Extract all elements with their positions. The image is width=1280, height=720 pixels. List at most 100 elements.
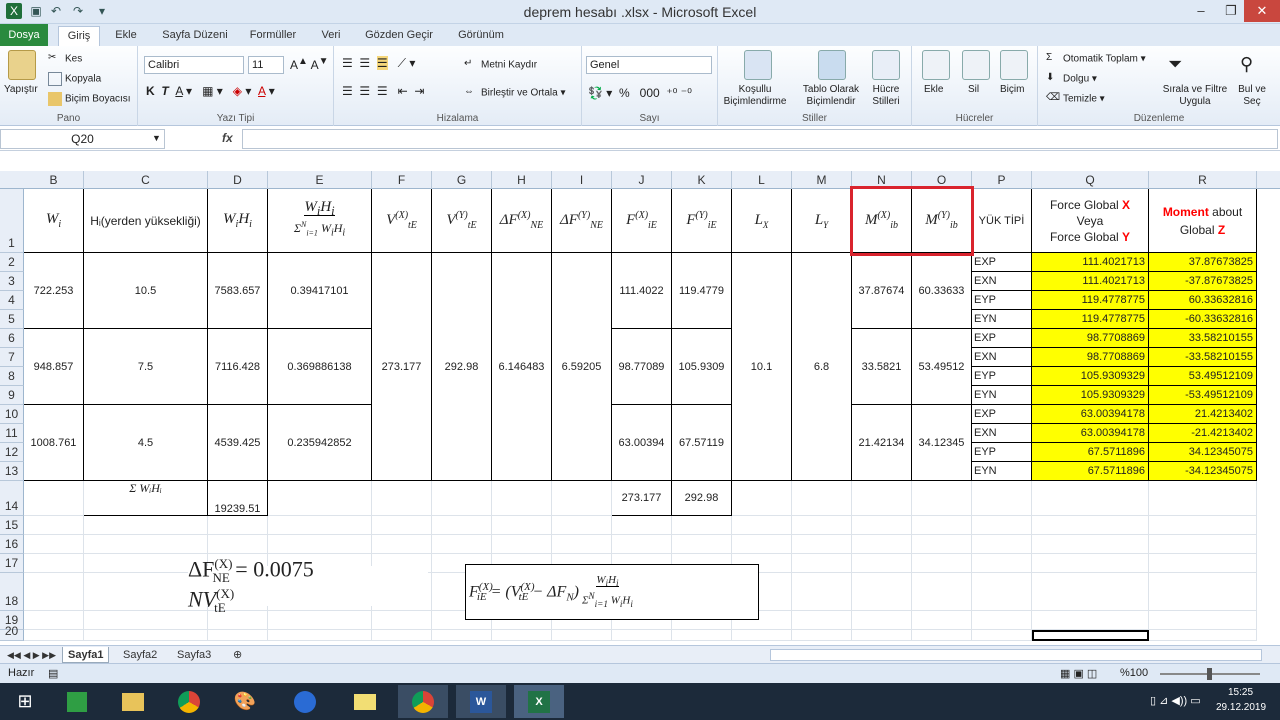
clear-button[interactable]: ⌫ Temizle ▾ <box>1046 92 1105 106</box>
empty-cell[interactable] <box>792 516 852 535</box>
row-header-7[interactable]: 7 <box>0 348 24 367</box>
sheet-tab-sayfa3[interactable]: Sayfa3 <box>172 647 216 663</box>
paste-icon[interactable] <box>8 50 36 80</box>
conditional-format-button[interactable]: Koşullu Biçimlendirme <box>722 84 788 108</box>
row-header-9[interactable]: 9 <box>0 386 24 405</box>
col-header-F[interactable]: F <box>372 171 432 189</box>
cell-moment[interactable]: 33.58210155 <box>1149 329 1257 348</box>
empty-cell[interactable] <box>972 611 1032 630</box>
empty-cell[interactable] <box>552 630 612 641</box>
empty-cell[interactable] <box>372 481 432 516</box>
formula-input[interactable] <box>242 129 1278 149</box>
cell-moment[interactable]: 60.33632816 <box>1149 291 1257 310</box>
col-header-D[interactable]: D <box>208 171 268 189</box>
tab-review[interactable]: Gözden Geçir <box>360 26 438 46</box>
col-header-P[interactable]: P <box>972 171 1032 189</box>
col-header-E[interactable]: E <box>268 171 372 189</box>
header-Fx[interactable]: F(X)iE <box>612 189 672 253</box>
minimize-icon[interactable]: – <box>1186 0 1216 22</box>
cell-force[interactable]: 119.4778775 <box>1032 310 1149 329</box>
cell-load-type[interactable]: EYN <box>972 310 1032 329</box>
header-ratio[interactable]: WiHi ΣNi=1 WiHi <box>268 189 372 253</box>
cell-Fx[interactable]: 63.00394 <box>612 405 672 481</box>
find-select-button[interactable]: Bul ve Seç <box>1234 84 1270 108</box>
col-header-O[interactable]: O <box>912 171 972 189</box>
cell-Fy[interactable]: 119.4779 <box>672 253 732 329</box>
col-header-N[interactable]: N <box>852 171 912 189</box>
empty-cell[interactable] <box>372 535 432 554</box>
macro-record-icon[interactable]: ▤ <box>48 667 58 680</box>
cell-Vx[interactable]: 273.177 <box>372 253 432 481</box>
col-header-C[interactable]: C <box>84 171 208 189</box>
sum-label[interactable]: Σ WᵢHᵢ <box>84 481 208 516</box>
fx-icon[interactable]: fx <box>222 131 233 145</box>
empty-cell[interactable] <box>1149 516 1257 535</box>
empty-cell[interactable] <box>268 630 372 641</box>
cell-force[interactable]: 105.9309329 <box>1032 386 1149 405</box>
insert-cells-button[interactable]: Ekle <box>924 84 943 95</box>
close-icon[interactable]: ✕ <box>1244 0 1280 22</box>
font-size-select[interactable]: 11 <box>248 56 284 74</box>
row-header-16[interactable]: 16 <box>0 535 24 554</box>
new-sheet-icon[interactable]: ⊕ <box>228 647 247 663</box>
cell-force[interactable]: 63.00394178 <box>1032 424 1149 443</box>
cell-force[interactable]: 63.00394178 <box>1032 405 1149 424</box>
cell-moment[interactable]: -37.87673825 <box>1149 272 1257 291</box>
empty-cell[interactable] <box>1149 611 1257 630</box>
cell-ratio[interactable]: 0.369886138 <box>268 329 372 405</box>
tab-formulas[interactable]: Formüller <box>244 26 302 46</box>
empty-cell[interactable] <box>1032 481 1149 516</box>
wrap-text-button[interactable]: ↵ Metni Kaydır <box>464 58 537 72</box>
taskbar-store[interactable] <box>52 685 102 718</box>
empty-cell[interactable] <box>372 611 432 630</box>
header-Fy[interactable]: F(Y)iE <box>672 189 732 253</box>
cell-load-type[interactable]: EYP <box>972 443 1032 462</box>
empty-cell[interactable] <box>552 535 612 554</box>
empty-cell[interactable] <box>852 573 912 611</box>
empty-cell[interactable] <box>612 535 672 554</box>
cell-load-type[interactable]: EYN <box>972 462 1032 481</box>
cell-moment[interactable]: 34.12345075 <box>1149 443 1257 462</box>
empty-cell[interactable] <box>912 535 972 554</box>
taskbar-explorer[interactable] <box>108 685 158 718</box>
worksheet-grid[interactable]: BCDEFGHIJKLMNOPQR 1 2 3 4 5 6 7 8 9 10 11 12 13 14 15 1… <box>0 171 1280 641</box>
cell-Ly[interactable]: 6.8 <box>792 253 852 481</box>
empty-cell[interactable] <box>1032 573 1149 611</box>
empty-cell[interactable] <box>1149 630 1257 641</box>
tray-icons[interactable]: ▯ ⊿ ◀)) ▭ <box>1150 694 1201 707</box>
col-header-M[interactable]: M <box>792 171 852 189</box>
cell-load-type[interactable]: EYN <box>972 386 1032 405</box>
cell-force[interactable]: 119.4778775 <box>1032 291 1149 310</box>
col-header-I[interactable]: I <box>552 171 612 189</box>
empty-cell[interactable] <box>24 573 84 611</box>
cell-load-type[interactable]: EXN <box>972 424 1032 443</box>
cell-force[interactable]: 98.7708869 <box>1032 329 1149 348</box>
empty-cell[interactable] <box>24 516 84 535</box>
delete-cells-icon[interactable] <box>962 50 990 80</box>
row-header-6[interactable]: 6 <box>0 329 24 348</box>
empty-cell[interactable] <box>552 481 612 516</box>
empty-cell[interactable] <box>84 516 208 535</box>
row-header-3[interactable]: 3 <box>0 272 24 291</box>
row-header-15[interactable]: 15 <box>0 516 24 535</box>
empty-cell[interactable] <box>852 554 912 573</box>
cell-My[interactable]: 60.33633 <box>912 253 972 329</box>
conditional-format-icon[interactable] <box>744 50 772 80</box>
header-load-type[interactable]: YÜK TİPİ <box>972 189 1032 253</box>
tab-file[interactable]: Dosya <box>0 24 48 46</box>
cell-load-type[interactable]: EYP <box>972 291 1032 310</box>
cell-W[interactable]: 1008.761 <box>24 405 84 481</box>
cell-moment[interactable]: 21.4213402 <box>1149 405 1257 424</box>
cell-My[interactable]: 34.12345 <box>912 405 972 481</box>
empty-cell[interactable] <box>912 516 972 535</box>
empty-cell[interactable] <box>208 516 268 535</box>
empty-cell[interactable] <box>852 630 912 641</box>
empty-cell[interactable] <box>792 481 852 516</box>
empty-cell[interactable] <box>972 516 1032 535</box>
empty-cell[interactable] <box>672 516 732 535</box>
empty-cell[interactable] <box>912 573 972 611</box>
header-dFx[interactable]: ΔF(X)NE <box>492 189 552 253</box>
tab-data[interactable]: Veri <box>314 26 348 46</box>
empty-cell[interactable] <box>732 535 792 554</box>
cell-Mx[interactable]: 33.5821 <box>852 329 912 405</box>
